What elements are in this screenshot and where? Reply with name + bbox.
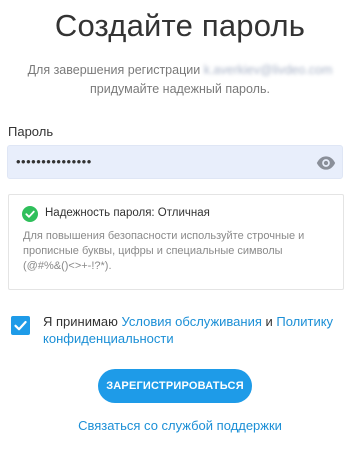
checkmark-icon [14, 320, 27, 331]
terms-checkbox[interactable] [11, 316, 30, 335]
page-title: Создайте пароль [54, 8, 306, 43]
check-circle-icon [22, 206, 38, 222]
terms-conjunction: и [261, 314, 277, 329]
register-button[interactable]: ЗАРЕГИСТРИРОВАТЬСЯ [98, 369, 252, 403]
strength-status: Надежность пароля: Отличная [45, 207, 210, 219]
password-field[interactable]: ••••••••••••••• [7, 145, 343, 179]
terms-of-service-link[interactable]: Условия обслуживания [122, 314, 262, 329]
terms-prefix: Я принимаю [43, 314, 122, 329]
password-strength-box: Надежность пароля: Отличная Для повышени… [8, 194, 344, 290]
eye-icon[interactable] [316, 153, 336, 173]
subtitle-text: Для завершения регистрации [27, 63, 201, 77]
masked-email: k.averkiev@livdeo.com [203, 63, 333, 77]
password-label: Пароль [8, 124, 54, 139]
strength-hint: Для повышения безопасности используйте с… [23, 230, 305, 272]
password-value: ••••••••••••••• [16, 154, 92, 169]
terms-text: Я принимаю Условия обслуживания и Полити… [43, 313, 343, 347]
subtitle-text-line2: придумайте надежный пароль. [90, 82, 270, 96]
contact-support-link[interactable]: Связаться со службой поддержки [0, 418, 360, 433]
page-subtitle: Для завершения регистрации k.averkiev@li… [0, 61, 360, 99]
